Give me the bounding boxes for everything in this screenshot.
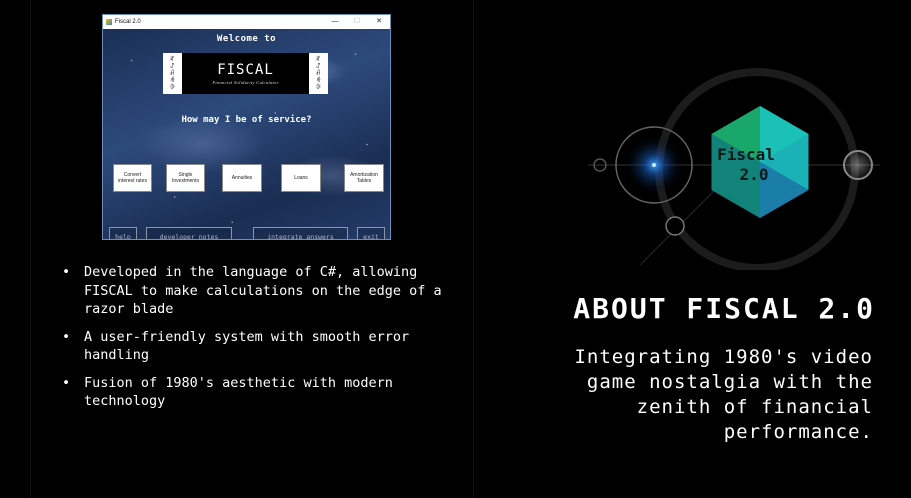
help-button[interactable]: help	[109, 227, 137, 239]
welcome-text: Welcome to	[216, 34, 277, 44]
planet-core	[652, 163, 656, 167]
about-title: ABOUT FISCAL 2.0	[573, 292, 875, 325]
feature-list: • Developed in the language of C#, allow…	[62, 263, 452, 420]
minimize-icon[interactable]: —	[324, 15, 346, 29]
integrate-answers-button[interactable]: integrate answers	[253, 227, 348, 239]
close-icon[interactable]: ✕	[368, 15, 390, 29]
bullet-icon: •	[62, 374, 71, 391]
service-prompt: How may I be of service?	[181, 115, 312, 125]
list-item: • Fusion of 1980's aesthetic with modern…	[62, 374, 452, 411]
app-icon	[106, 19, 112, 25]
convert-interest-rates-button[interactable]: Convert interest rates	[113, 164, 152, 192]
logo-tagline: Financial Solidarity Calculator	[212, 80, 279, 85]
logo-name: FISCAL	[217, 62, 274, 78]
annuities-button[interactable]: Annuities	[222, 164, 262, 192]
app-client-area: Welcome to ꊍ ꁴ ꋬ ꆂ ꋉ FISCAL Financial So…	[103, 29, 390, 239]
left-divider	[30, 0, 31, 498]
emblem-line1: Fiscal	[717, 145, 775, 164]
logo-center: FISCAL Financial Solidarity Calculator	[182, 53, 309, 94]
list-item: • Developed in the language of C#, allow…	[62, 263, 452, 319]
planet-small-bottom	[665, 216, 685, 236]
planet-right-glow	[842, 149, 874, 181]
hex-emblem: Fiscal 2.0	[711, 106, 809, 218]
center-divider	[473, 0, 474, 498]
app-window-title: Fiscal 2.0	[115, 19, 141, 25]
exit-button[interactable]: exit	[357, 227, 385, 239]
logo-right-glyphs: ꊍ ꁴ ꋬ ꆂ ꋉ	[309, 53, 328, 94]
maximize-icon[interactable]: ☐	[346, 15, 368, 29]
developer-notes-button[interactable]: developer notes	[146, 227, 232, 239]
list-item: • A user-friendly system with smooth err…	[62, 328, 452, 365]
app-titlebar: Fiscal 2.0 — ☐ ✕	[103, 15, 390, 29]
emblem-line2: 2.0	[740, 165, 769, 184]
single-investments-button[interactable]: Single Investments	[166, 164, 205, 192]
app-window-screenshot: Fiscal 2.0 — ☐ ✕ Welcome to ꊍ ꁴ ꋬ ꆂ ꋉ FI…	[102, 14, 391, 240]
bullet-icon: •	[62, 264, 71, 280]
feature-text: Fusion of 1980's aesthetic with modern t…	[84, 374, 393, 410]
feature-text: Developed in the language of C#, allowin…	[84, 264, 442, 317]
logo-left-glyphs: ꊍ ꁴ ꋬ ꆂ ꋉ	[163, 53, 182, 94]
amortization-tables-button[interactable]: Amortization Tables	[344, 164, 384, 192]
fiscal-logo: ꊍ ꁴ ꋬ ꆂ ꋉ FISCAL Financial Solidarity Ca…	[163, 53, 328, 94]
loans-button[interactable]: Loans	[281, 164, 321, 192]
about-description: Integrating 1980's video game nostalgia …	[574, 346, 873, 443]
bullet-icon: •	[62, 328, 71, 345]
fiscal-emblem-graphic: Fiscal 2.0	[588, 68, 880, 270]
feature-text: A user-friendly system with smooth error…	[84, 328, 410, 364]
